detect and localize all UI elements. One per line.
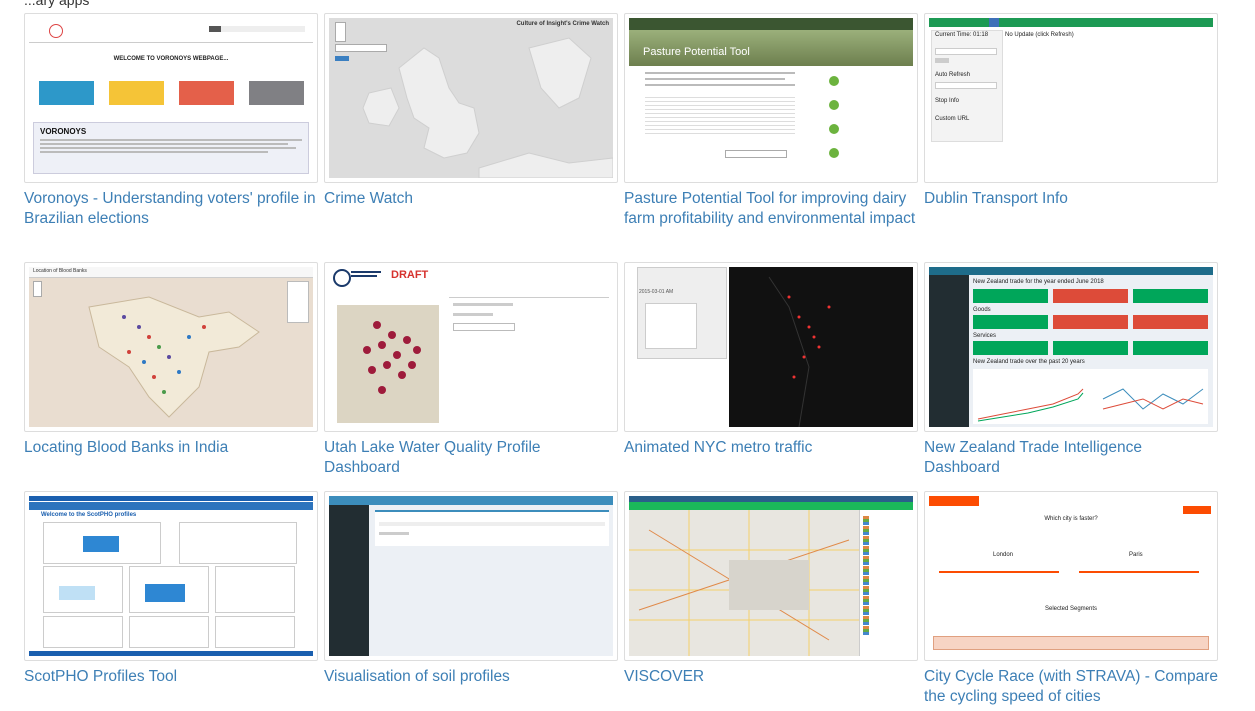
thumbnail-viscover[interactable] (624, 491, 918, 661)
thumbnail-cycle[interactable]: Which city is faster? London Paris Selec… (924, 491, 1218, 661)
app-title-link[interactable]: Locating Blood Banks in India (24, 438, 318, 458)
thumbnail-nztrade[interactable]: New Zealand trade for the year ended Jun… (924, 262, 1218, 432)
map-graphic (362, 37, 613, 178)
gallery-card-dublin[interactable]: Current Time: 01:18 No Update (click Ref… (924, 13, 1218, 209)
thumb-services: Services (973, 333, 997, 339)
app-title-link[interactable]: Crime Watch (324, 189, 618, 209)
thumb-heading: Culture of Insight's Crime Watch (516, 21, 609, 27)
thumb-current-time: Current Time: 01:18 (935, 32, 989, 38)
app-title-link[interactable]: New Zealand Trade Intelligence Dashboard (924, 438, 1218, 478)
gallery-card-nztrade[interactable]: New Zealand trade for the year ended Jun… (924, 262, 1218, 478)
thumb-chart-heading: New Zealand trade over the past 20 years (973, 359, 1085, 365)
chart-graphic (977, 388, 1204, 422)
thumb-heading: Pasture Potential Tool (643, 46, 750, 58)
app-title-link[interactable]: Pasture Potential Tool for improving dai… (624, 189, 918, 229)
thumbnail-pasture[interactable]: Pasture Potential Tool (624, 13, 918, 183)
gallery-card-nyc[interactable]: 2015-03-01 AM Animated NYC metro traffic (624, 262, 918, 458)
draft-label: DRAFT (391, 269, 429, 281)
thumbnail-crimewatch[interactable]: Culture of Insight's Crime Watch (324, 13, 618, 183)
gallery-card-soil[interactable]: Visualisation of soil profiles (324, 491, 618, 687)
thumb-heading: Which city is faster? (1044, 516, 1098, 522)
map-graphic (88, 296, 260, 418)
app-title-link[interactable]: Voronoys - Understanding voters' profile… (24, 189, 318, 229)
page-top-text: ...ary apps (24, 0, 90, 8)
thumb-heading: Location of Blood Banks (33, 268, 87, 274)
app-title-link[interactable]: ScotPHO Profiles Tool (24, 667, 318, 687)
gallery-card-crimewatch[interactable]: Culture of Insight's Crime Watch Crime W… (324, 13, 618, 209)
gallery-card-scotpho[interactable]: Welcome to the ScotPHO profiles ScotPHO … (24, 491, 318, 687)
app-title-link[interactable]: VISCOVER (624, 667, 918, 687)
thumbnail-nyc[interactable]: 2015-03-01 AM (624, 262, 918, 432)
gallery-card-bloodbanks[interactable]: Location of Blood Banks Locating Blood B… (24, 262, 318, 458)
gallery-card-viscover[interactable]: VISCOVER (624, 491, 918, 687)
thumb-goods: Goods (973, 307, 991, 313)
app-title-link[interactable]: Animated NYC metro traffic (624, 438, 918, 458)
logo-icon (49, 24, 63, 38)
thumbnail-dublin[interactable]: Current Time: 01:18 No Update (click Ref… (924, 13, 1218, 183)
thumbnail-utah[interactable]: DRAFT (324, 262, 618, 432)
thumb-heading: New Zealand trade for the year ended Jun… (973, 279, 1104, 285)
gallery-card-pasture[interactable]: Pasture Potential Tool Pasture Potential… (624, 13, 918, 229)
thumbnail-bloodbanks[interactable]: Location of Blood Banks (24, 262, 318, 432)
thumbnail-scotpho[interactable]: Welcome to the ScotPHO profiles (24, 491, 318, 661)
map-graphic (768, 276, 831, 427)
thumb-section: VORONOYS (40, 127, 87, 136)
app-title-link[interactable]: City Cycle Race (with STRAVA) - Compare … (924, 667, 1218, 707)
thumbnail-voronoys[interactable]: WELCOME TO VORONOYS WEBPAGE... VORONOYS (24, 13, 318, 183)
thumb-time: 2015-03-01 AM (639, 289, 674, 295)
app-title-link[interactable]: Utah Lake Water Quality Profile Dashboar… (324, 438, 618, 478)
logo-icon (333, 269, 351, 287)
thumb-paris: Paris (1129, 552, 1143, 558)
thumb-selected: Selected Segments (1044, 606, 1098, 612)
thumb-auto-refresh: Auto Refresh (935, 72, 971, 78)
app-title-link[interactable]: Dublin Transport Info (924, 189, 1218, 209)
gallery-card-utah[interactable]: DRAFT Utah Lake Water Quality Profile Da… (324, 262, 618, 478)
thumbnail-soil[interactable] (324, 491, 618, 661)
thumb-heading: Welcome to the ScotPHO profiles (41, 512, 137, 518)
thumb-no-update: No Update (click Refresh) (1005, 32, 1074, 38)
thumb-stop-info: Stop Info (935, 98, 960, 104)
thumb-london: London (993, 552, 1014, 558)
gallery-card-cycle[interactable]: Which city is faster? London Paris Selec… (924, 491, 1218, 707)
gallery-card-voronoys[interactable]: WELCOME TO VORONOYS WEBPAGE... VORONOYS … (24, 13, 318, 229)
map-graphic (363, 321, 421, 394)
app-title-link[interactable]: Visualisation of soil profiles (324, 667, 618, 687)
thumb-custom-url: Custom URL (935, 116, 970, 122)
thumb-heading: WELCOME TO VORONOYS WEBPAGE... (113, 56, 229, 62)
